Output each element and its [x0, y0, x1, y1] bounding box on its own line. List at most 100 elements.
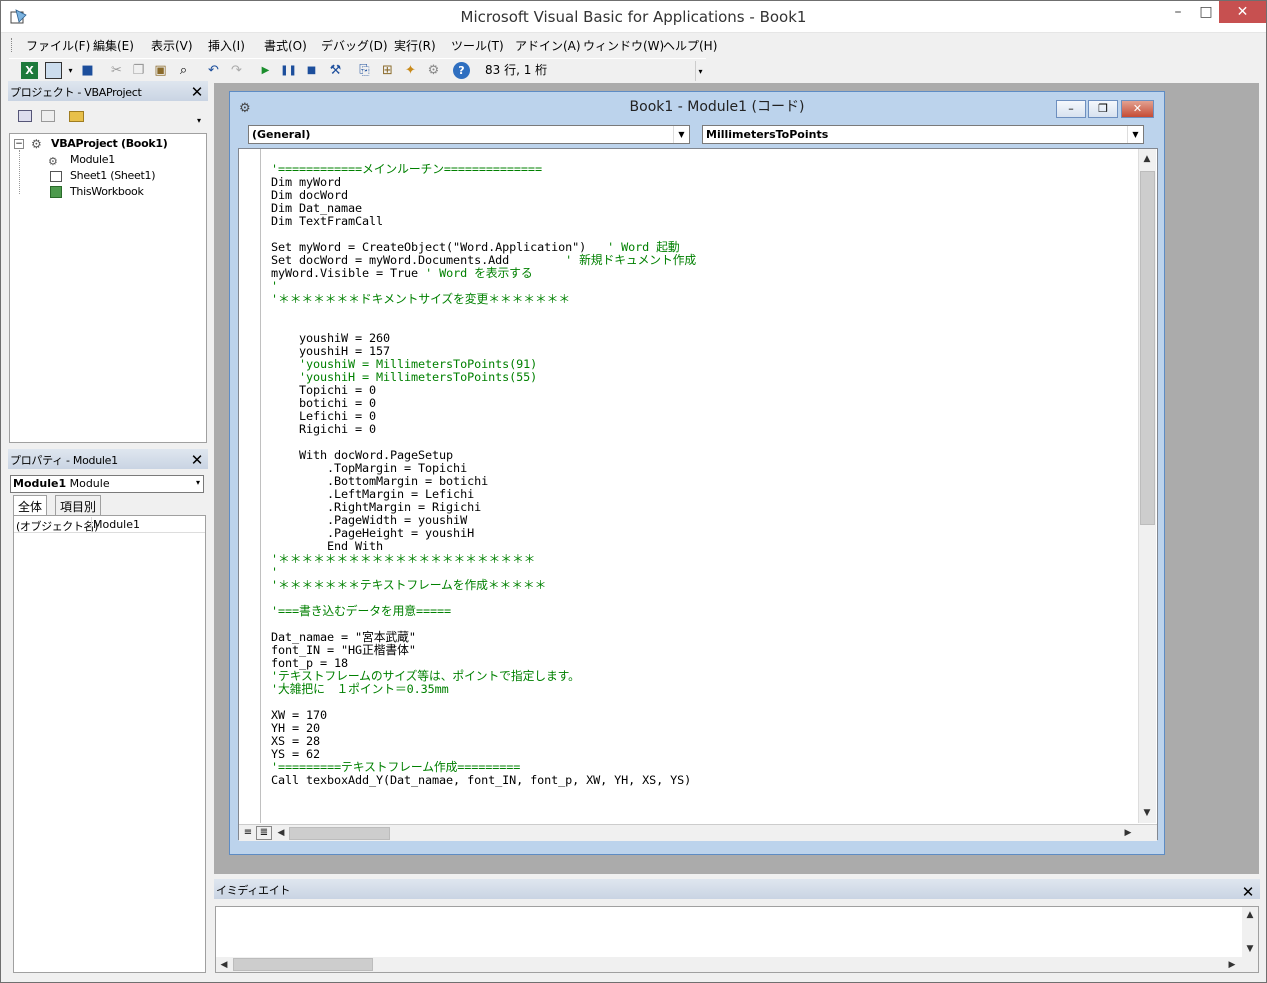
paste-icon[interactable]: ▣: [152, 62, 169, 79]
scroll-up-icon[interactable]: ▲: [1139, 151, 1155, 167]
scroll-left-icon[interactable]: ◀: [273, 825, 289, 841]
menu-grip[interactable]: [11, 38, 14, 52]
margin-indicator-bar[interactable]: [239, 149, 261, 823]
code-line[interactable]: '＊＊＊＊＊＊＊＊＊＊＊＊＊＊＊＊＊＊＊＊＊＊: [271, 553, 1141, 566]
code-line[interactable]: [271, 319, 1141, 332]
close-button[interactable]: ✕: [1219, 1, 1266, 23]
code-minimize-button[interactable]: –: [1056, 100, 1086, 118]
code-line[interactable]: Dim TextFramCall: [271, 215, 1141, 228]
scroll-down-icon[interactable]: ▼: [1242, 941, 1258, 957]
dropdown-arrow-icon[interactable]: ▾: [62, 62, 79, 79]
undo-icon[interactable]: ↶: [205, 62, 222, 79]
scroll-right-icon[interactable]: ▶: [1224, 957, 1240, 972]
run-icon[interactable]: ▶: [257, 62, 274, 79]
procedure-view-icon[interactable]: ≡: [241, 826, 255, 840]
menu-file[interactable]: ファイル(F): [26, 37, 90, 54]
menu-run[interactable]: 実行(R): [394, 37, 436, 54]
menu-debug[interactable]: デバッグ(D): [321, 37, 388, 54]
chevron-down-icon[interactable]: ▾: [196, 478, 200, 487]
code-line[interactable]: Rigichi = 0: [271, 423, 1141, 436]
code-editor[interactable]: '============メインルーチン============== Dim my…: [238, 148, 1158, 841]
copy-icon[interactable]: ❐: [130, 62, 147, 79]
code-line[interactable]: '大雑把に １ポイント＝0.35mm: [271, 683, 1141, 696]
code-line[interactable]: [271, 696, 1141, 709]
tab-categorized[interactable]: 項目別: [55, 495, 102, 515]
property-value[interactable]: Module1: [93, 518, 140, 531]
tree-item-thisworkbook[interactable]: ThisWorkbook: [70, 185, 144, 198]
immediate-scroll-thumb[interactable]: [233, 958, 373, 971]
menu-insert[interactable]: 挿入(I): [208, 37, 245, 54]
menu-addins[interactable]: アドイン(A): [515, 37, 581, 54]
vertical-scrollbar[interactable]: ▲ ▼: [1138, 149, 1156, 823]
scroll-right-icon[interactable]: ▶: [1120, 825, 1136, 841]
code-line[interactable]: XS = 28: [271, 735, 1141, 748]
maximize-button[interactable]: □: [1193, 1, 1219, 23]
find-icon[interactable]: ⌕: [175, 62, 192, 79]
object-combo[interactable]: (General) ▼: [248, 125, 690, 144]
project-close-icon[interactable]: ✕: [188, 83, 206, 101]
code-restore-button[interactable]: ❐: [1088, 100, 1118, 118]
code-line[interactable]: '============メインルーチン==============: [271, 163, 1141, 176]
tree-item-vbaproject[interactable]: VBAProject (Book1): [51, 137, 168, 150]
properties-window-icon[interactable]: ⊞: [379, 62, 396, 79]
chevron-down-icon[interactable]: ▼: [673, 126, 689, 143]
collapse-icon[interactable]: −: [14, 139, 24, 149]
code-line[interactable]: Lefichi = 0: [271, 410, 1141, 423]
menu-view[interactable]: 表示(V): [151, 37, 193, 54]
code-line[interactable]: myWord.Visible = True ' Word を表示する: [271, 267, 1141, 280]
scroll-up-icon[interactable]: ▲: [1242, 907, 1258, 923]
toolbox-icon[interactable]: ⚙: [425, 62, 442, 79]
view-code-icon[interactable]: [18, 110, 32, 122]
project-explorer-icon[interactable]: ⎘: [356, 62, 373, 79]
cut-icon[interactable]: ✂: [108, 62, 125, 79]
code-line[interactable]: YH = 20: [271, 722, 1141, 735]
immediate-hscroll[interactable]: ◀ ▶: [216, 957, 1258, 972]
code-close-button[interactable]: ✕: [1121, 100, 1154, 118]
code-line[interactable]: Dim myWord: [271, 176, 1141, 189]
code-line[interactable]: '＊＊＊＊＊＊＊ドキメントサイズを変更＊＊＊＊＊＊＊: [271, 293, 1141, 306]
tree-item-module1[interactable]: Module1: [70, 153, 115, 166]
code-line[interactable]: Topichi = 0: [271, 384, 1141, 397]
menu-help[interactable]: ヘルプ(H): [663, 37, 717, 54]
code-line[interactable]: XW = 170: [271, 709, 1141, 722]
code-line[interactable]: .PageHeight = youshiH: [271, 527, 1141, 540]
project-toolbar-overflow-icon[interactable]: ▾: [197, 116, 206, 130]
menu-edit[interactable]: 編集(E): [93, 37, 134, 54]
full-module-view-icon[interactable]: ≣: [256, 826, 272, 840]
break-icon[interactable]: ❚❚: [280, 62, 297, 79]
code-line[interactable]: [271, 306, 1141, 319]
redo-icon[interactable]: ↷: [228, 62, 245, 79]
minimize-button[interactable]: –: [1163, 1, 1193, 23]
immediate-close-icon[interactable]: ✕: [1239, 883, 1257, 901]
horizontal-scroll-thumb[interactable]: [289, 827, 390, 840]
code-line[interactable]: '===書き込むデータを用意=====: [271, 605, 1141, 618]
code-line[interactable]: Dim docWord: [271, 189, 1141, 202]
code-line[interactable]: botichi = 0: [271, 397, 1141, 410]
code-line[interactable]: font_IN = "HG正楷書体": [271, 644, 1141, 657]
menu-format[interactable]: 書式(O): [264, 37, 307, 54]
code-line[interactable]: Call texboxAdd_Y(Dat_namae, font_IN, fon…: [271, 774, 1141, 787]
tab-alphabetic[interactable]: 全体: [13, 495, 48, 516]
code-line[interactable]: '＊＊＊＊＊＊＊テキストフレームを作成＊＊＊＊＊: [271, 579, 1141, 592]
code-line[interactable]: youshiW = 260: [271, 332, 1141, 345]
insert-userform-icon[interactable]: [45, 62, 62, 79]
scroll-left-icon[interactable]: ◀: [216, 957, 232, 972]
toolbar-overflow-icon[interactable]: ▾: [695, 61, 705, 81]
design-mode-icon[interactable]: ⚒: [327, 62, 344, 79]
excel-view-icon[interactable]: X: [21, 62, 38, 79]
property-row[interactable]: (オブジェクト名) Module1: [14, 517, 205, 533]
menu-window[interactable]: ウィンドウ(W): [583, 37, 664, 54]
scroll-down-icon[interactable]: ▼: [1139, 805, 1155, 821]
object-browser-icon[interactable]: ✦: [402, 62, 419, 79]
code-text[interactable]: '============メインルーチン============== Dim my…: [271, 163, 1141, 787]
properties-close-icon[interactable]: ✕: [188, 451, 206, 469]
scroll-thumb[interactable]: [1140, 171, 1155, 525]
immediate-vscroll[interactable]: ▲ ▼: [1242, 907, 1258, 957]
chevron-down-icon[interactable]: ▼: [1127, 126, 1143, 143]
help-icon[interactable]: ?: [453, 62, 470, 79]
properties-object-select[interactable]: Module1 Module ▾: [10, 475, 204, 493]
view-object-icon[interactable]: [41, 110, 55, 122]
code-line[interactable]: 'youshiH = MillimetersToPoints(55): [271, 371, 1141, 384]
procedure-combo[interactable]: MillimetersToPoints ▼: [702, 125, 1144, 144]
immediate-input[interactable]: ▲ ▼ ◀ ▶: [215, 906, 1259, 973]
